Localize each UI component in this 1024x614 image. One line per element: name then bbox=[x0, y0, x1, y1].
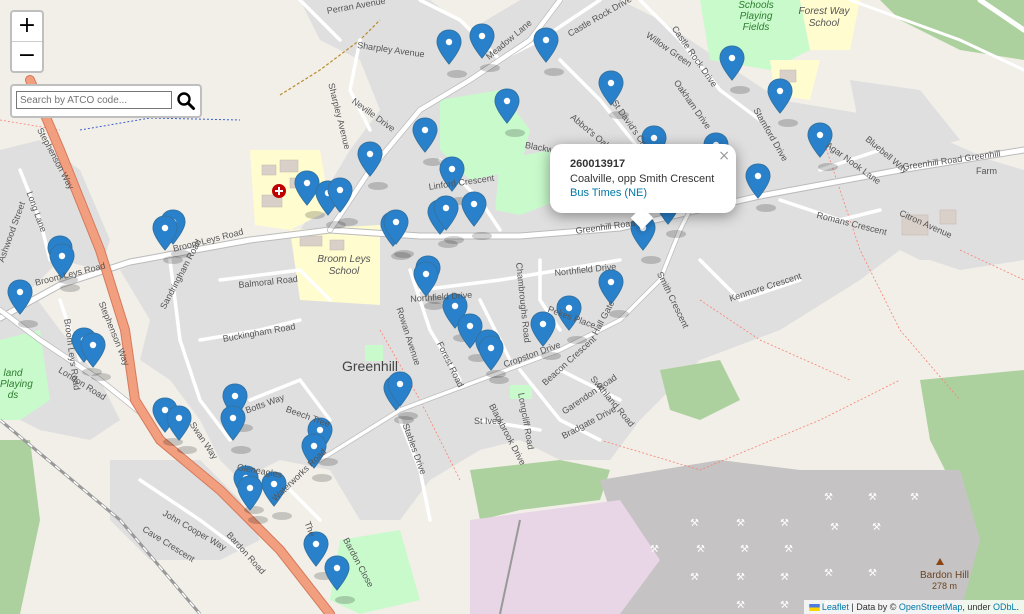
svg-text:⚒: ⚒ bbox=[824, 492, 833, 503]
svg-text:⚒: ⚒ bbox=[824, 568, 833, 579]
hill-elevation: 278 m bbox=[931, 581, 957, 591]
svg-text:⚒: ⚒ bbox=[868, 568, 877, 579]
hospital-icon bbox=[272, 184, 286, 198]
search-icon[interactable] bbox=[176, 91, 196, 111]
svg-text:⚒: ⚒ bbox=[650, 544, 659, 555]
zoom-in-button[interactable]: + bbox=[12, 12, 42, 41]
svg-text:⚒: ⚒ bbox=[910, 492, 919, 503]
atco-search-input[interactable] bbox=[16, 91, 172, 109]
svg-text:⚒: ⚒ bbox=[736, 600, 745, 611]
svg-text:⚒: ⚒ bbox=[690, 518, 699, 529]
svg-text:⚒: ⚒ bbox=[736, 572, 745, 583]
svg-text:⚒: ⚒ bbox=[784, 544, 793, 555]
svg-text:⚒: ⚒ bbox=[780, 518, 789, 529]
bus-times-link[interactable]: Bus Times (NE) bbox=[570, 187, 647, 199]
popup-atco-code: 260013917 bbox=[570, 158, 626, 170]
hill-label: Bardon Hill 278 m bbox=[920, 570, 969, 592]
odbl-link[interactable]: ODbL bbox=[993, 602, 1017, 612]
svg-text:⚒: ⚒ bbox=[868, 492, 877, 503]
popup-stop-name: Coalville, opp Smith Crescent bbox=[570, 173, 715, 185]
osm-link[interactable]: OpenStreetMap bbox=[899, 602, 963, 612]
svg-text:⚒: ⚒ bbox=[736, 518, 745, 529]
atco-search-control bbox=[10, 84, 202, 118]
ukraine-flag-icon bbox=[809, 604, 820, 611]
zoom-out-button[interactable]: − bbox=[12, 41, 42, 71]
stop-popup: × 260013917 Coalville, opp Smith Crescen… bbox=[550, 144, 736, 230]
close-icon[interactable]: × bbox=[718, 148, 730, 164]
hill-name: Bardon Hill bbox=[920, 570, 969, 581]
svg-text:⚒: ⚒ bbox=[872, 522, 881, 533]
attribution-under: , under bbox=[962, 602, 991, 612]
svg-text:⚒: ⚒ bbox=[780, 600, 789, 611]
attribution: Leaflet | Data by © OpenStreetMap, under… bbox=[803, 600, 1024, 614]
svg-text:⚒: ⚒ bbox=[696, 544, 705, 555]
svg-text:⚒: ⚒ bbox=[690, 572, 699, 583]
svg-text:⚒: ⚒ bbox=[740, 544, 749, 555]
attribution-end: . bbox=[1016, 602, 1019, 612]
zoom-control: + − bbox=[10, 10, 44, 73]
svg-text:⚒: ⚒ bbox=[780, 572, 789, 583]
leaflet-link[interactable]: Leaflet bbox=[822, 602, 849, 612]
attribution-data-by: | Data by © bbox=[851, 602, 897, 612]
svg-text:⚒: ⚒ bbox=[830, 522, 839, 533]
